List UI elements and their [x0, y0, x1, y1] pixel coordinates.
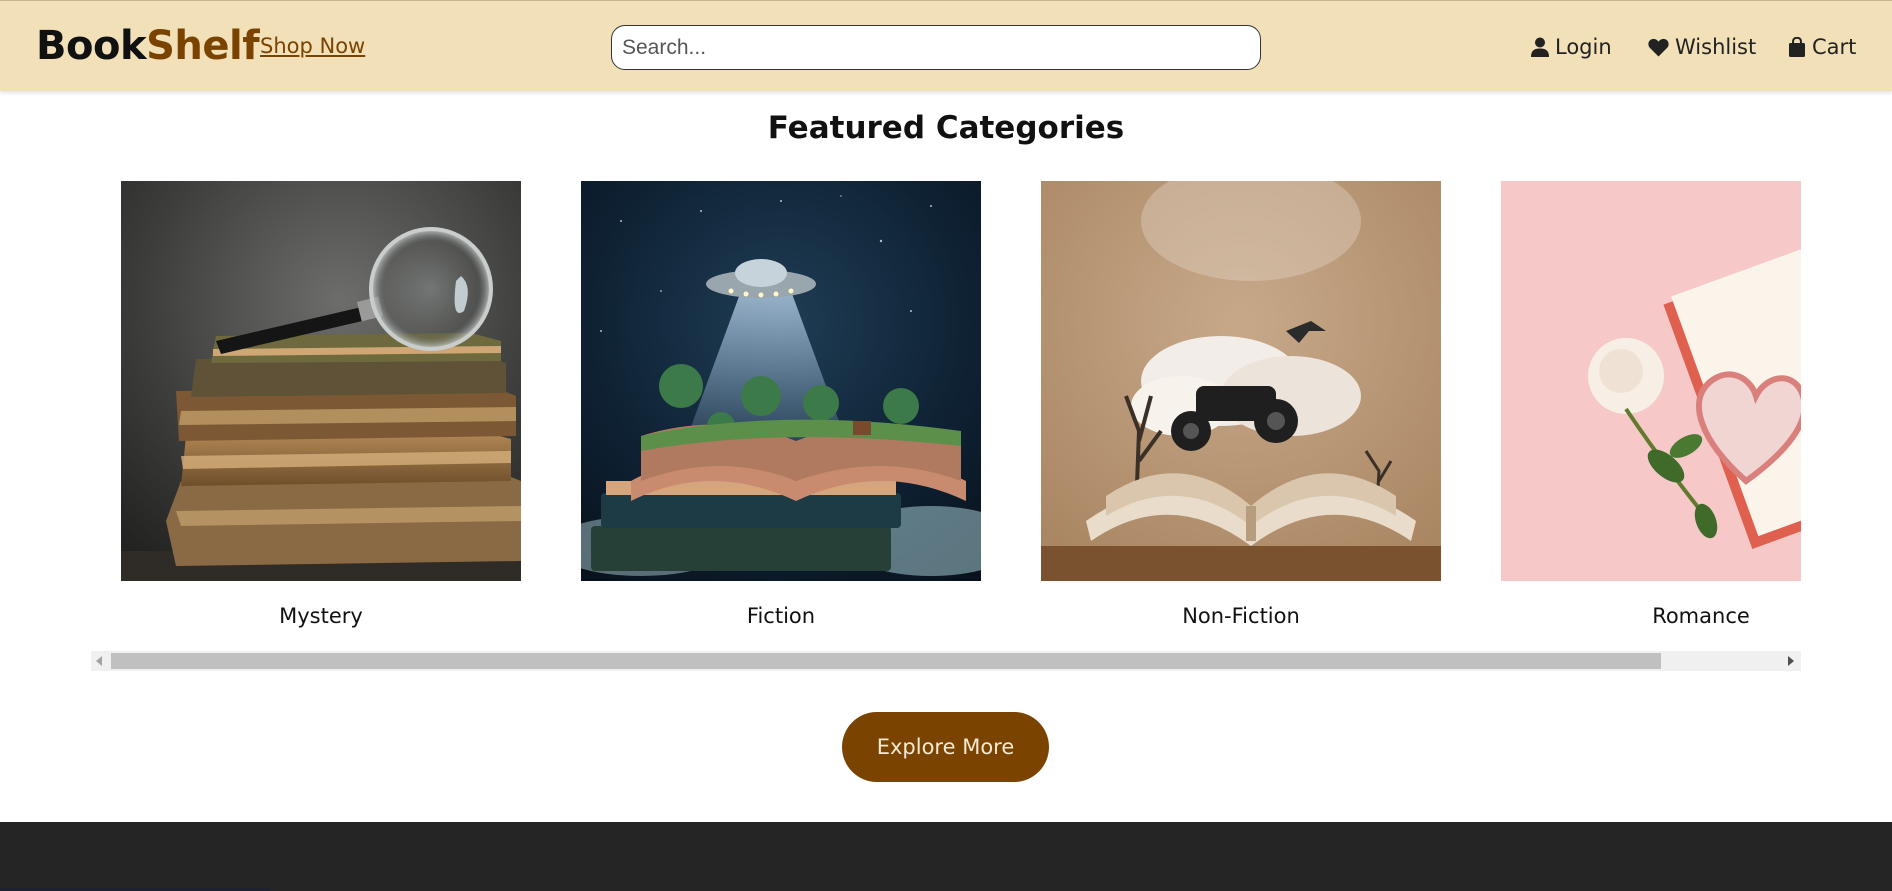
scrollbar-thumb[interactable] — [111, 653, 1661, 669]
brand-name-part2: Shelf — [146, 23, 260, 69]
category-label: Fiction — [746, 604, 816, 628]
rose-heart-image — [1501, 181, 1801, 581]
explore-more-button[interactable]: Explore More — [842, 712, 1049, 782]
shopping-bag-icon — [1789, 36, 1805, 57]
user-icon — [1531, 37, 1549, 57]
cart-link[interactable]: Cart — [1788, 32, 1856, 62]
brand-name-part1: Book — [36, 23, 147, 69]
category-label: Mystery — [279, 604, 363, 628]
cart-label: Cart — [1812, 35, 1857, 59]
scroll-right-arrow-icon[interactable] — [1788, 656, 1794, 666]
login-label: Login — [1555, 35, 1612, 59]
category-card-mystery[interactable]: Mystery — [121, 181, 521, 628]
category-card-romance[interactable]: Romance — [1501, 181, 1801, 628]
featured-categories-title: Featured Categories — [767, 110, 1125, 146]
wishlist-label: Wishlist — [1675, 35, 1757, 59]
ufo-book-image — [581, 181, 981, 581]
category-label: Non-Fiction — [1182, 604, 1300, 628]
atv-book-image — [1041, 181, 1441, 581]
category-card-fiction[interactable]: Fiction — [581, 181, 981, 628]
site-footer — [0, 822, 1892, 891]
category-label: Romance — [1652, 604, 1750, 628]
scroll-left-arrow-icon[interactable] — [96, 656, 102, 666]
login-link[interactable]: Login — [1531, 32, 1612, 62]
site-header: BookShelf Shop Now Login Wishlist Cart — [0, 0, 1892, 91]
magnifier-books-image — [121, 181, 521, 581]
heart-icon — [1648, 38, 1669, 56]
shop-now-link[interactable]: Shop Now — [260, 33, 365, 59]
brand-logo[interactable]: BookShelf — [36, 21, 260, 71]
categories-carousel[interactable]: Mystery Fiction Non-Fiction Romance — [91, 170, 1801, 670]
category-card-non-fiction[interactable]: Non-Fiction — [1041, 181, 1441, 628]
wishlist-link[interactable]: Wishlist — [1648, 32, 1756, 62]
carousel-scrollbar[interactable] — [91, 651, 1801, 671]
search-input[interactable] — [611, 25, 1261, 70]
